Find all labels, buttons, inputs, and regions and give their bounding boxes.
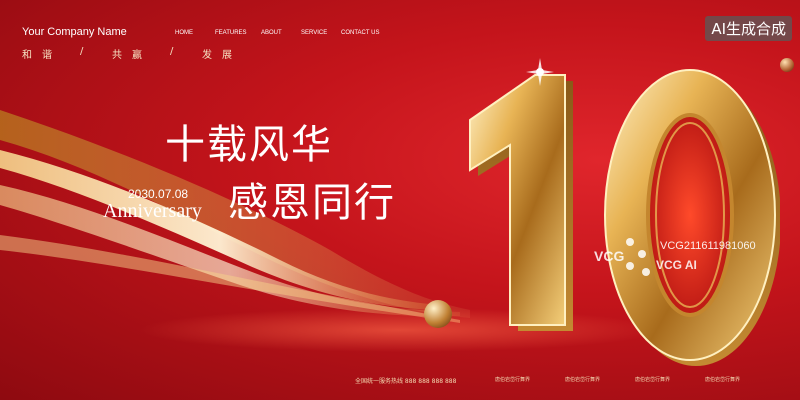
nav-service[interactable]: SERVICE (301, 30, 341, 36)
anniversary-label: Anniversary (103, 200, 202, 222)
headline-line-1: 十载风华 (165, 122, 333, 168)
nav-features[interactable]: FEATURES (215, 30, 261, 36)
big-number-ten (469, 58, 780, 366)
anniversary-date: 2030.07.08 (128, 187, 189, 201)
slogan-char: 发 (202, 50, 212, 61)
gold-sphere (424, 300, 452, 328)
gold-sphere-small (780, 58, 794, 72)
headline-line-2: 感恩同行 (228, 180, 396, 226)
footer-item: 唐伯岩岱行舞界 (705, 377, 741, 383)
slogan-char: 赢 (132, 50, 142, 61)
slogan-char: 谐 (42, 50, 52, 61)
nav-about[interactable]: ABOUT (261, 30, 301, 36)
watermark-brand: VCG (594, 248, 625, 264)
ai-generated-badge: AI生成合成 (705, 16, 792, 41)
footer-item: 唐伯岩岱行舞界 (635, 377, 671, 383)
slogan-divider: / (80, 46, 84, 57)
slogan-char: 共 (112, 50, 122, 61)
company-name: Your Company Name (22, 26, 127, 38)
footer-hotline: 全国统一服务热线 888 888 888 888 (355, 378, 457, 385)
nav-contact-us[interactable]: CONTACT US (341, 30, 381, 36)
top-navigation: HOME FEATURES ABOUT SERVICE CONTACT US (175, 30, 381, 36)
slogan-char: 展 (222, 50, 232, 61)
watermark-brand-ai: VCG AI (656, 258, 697, 272)
slogan-divider: / (170, 46, 174, 57)
nav-home[interactable]: HOME (175, 30, 215, 36)
slogan-char: 和 (22, 50, 32, 61)
watermark-id: VCG211611981060 (660, 240, 756, 252)
footer-item: 唐伯岩岱行舞界 (495, 377, 531, 383)
poster-canvas: Your Company Name 和 谐 / 共 赢 / 发 展 HOME F… (0, 0, 800, 400)
footer-info-items: 唐伯岩岱行舞界 唐伯岩岱行舞界 唐伯岩岱行舞界 唐伯岩岱行舞界 (495, 376, 745, 383)
footer-item: 唐伯岩岱行舞界 (565, 377, 601, 383)
